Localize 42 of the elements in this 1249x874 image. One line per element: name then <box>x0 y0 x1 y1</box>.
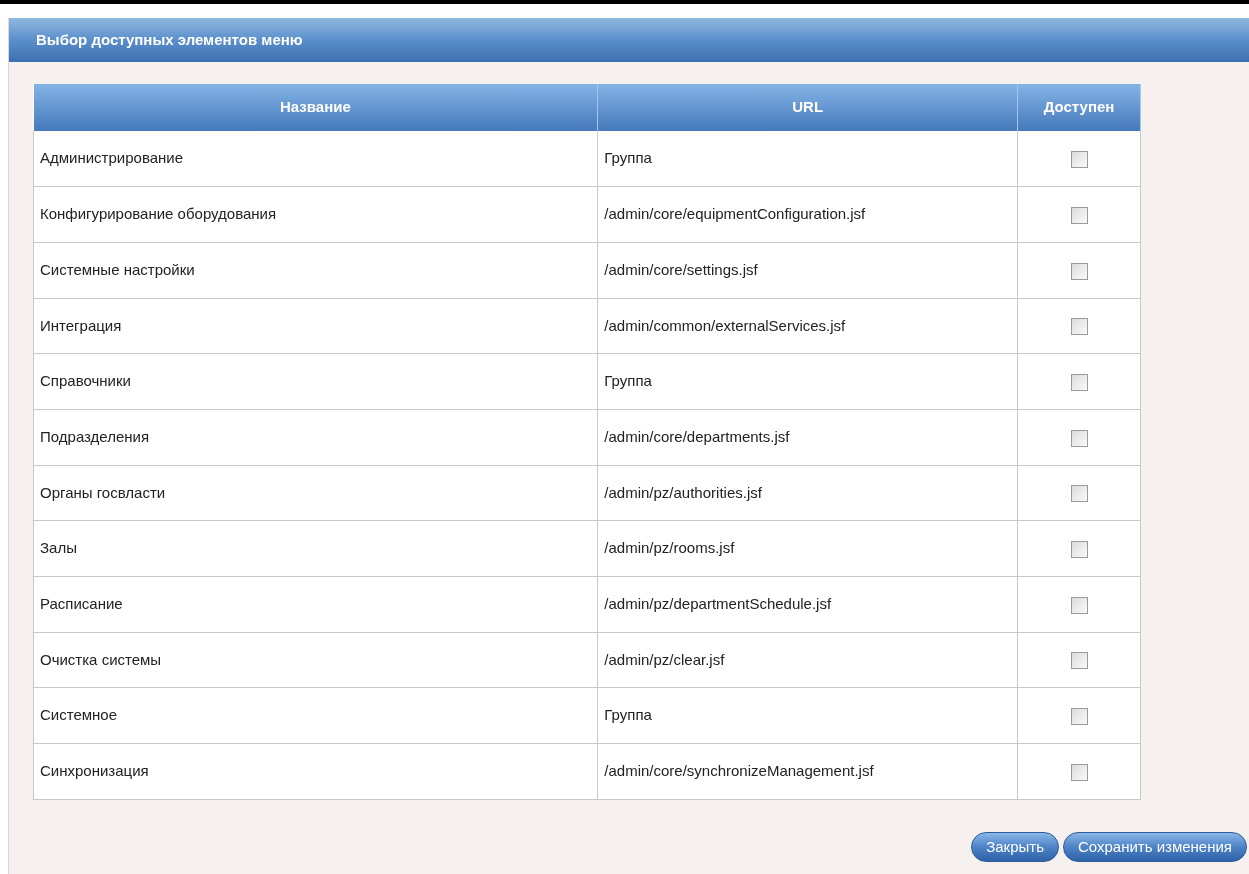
table-cell: Администрирование <box>33 131 598 187</box>
table-cell: Системное <box>33 687 598 744</box>
table-cell: Синхронизация <box>33 743 598 800</box>
column-header: Название <box>33 84 598 131</box>
table-cell: /admin/pz/authorities.jsf <box>597 465 1018 521</box>
column-header: Доступен <box>1017 84 1141 131</box>
table-cell: /admin/core/synchronizeManagement.jsf <box>597 743 1018 800</box>
checkbox[interactable] <box>1070 485 1088 503</box>
table-cell: Справочники <box>33 353 598 410</box>
table-cell: Интеграция <box>33 298 598 354</box>
table-cell: Залы <box>33 520 598 577</box>
panel-title: Выбор доступных элементов меню <box>36 29 303 50</box>
table-cell: Системные настройки <box>33 242 598 299</box>
checkbox[interactable] <box>1070 708 1088 725</box>
checkbox[interactable] <box>1070 763 1088 781</box>
table-cell: Расписание <box>33 576 598 633</box>
checkbox[interactable] <box>1070 262 1088 280</box>
table-cell: /admin/pz/clear.jsf <box>597 632 1018 688</box>
checkbox[interactable] <box>1070 540 1088 558</box>
checkbox[interactable] <box>1070 206 1088 224</box>
checkbox[interactable] <box>1070 429 1088 447</box>
checkbox[interactable] <box>1070 318 1088 336</box>
table-cell: /admin/pz/rooms.jsf <box>597 520 1018 577</box>
checkbox[interactable] <box>1070 596 1088 614</box>
table-cell: Группа <box>597 687 1018 744</box>
save-button[interactable]: Сохранить изменения <box>1062 831 1247 862</box>
table-cell: /admin/common/externalServices.jsf <box>597 298 1018 354</box>
close-button[interactable]: Закрыть <box>971 831 1059 862</box>
table-cell: Конфигурирование оборудования <box>33 186 598 243</box>
table-cell: /admin/core/settings.jsf <box>597 242 1018 299</box>
checkbox[interactable] <box>1070 652 1088 670</box>
table-cell: Группа <box>597 131 1018 187</box>
table-cell: Группа <box>597 353 1018 410</box>
table-cell: /admin/pz/departmentSchedule.jsf <box>597 576 1018 633</box>
table-cell: Подразделения <box>33 409 598 466</box>
table-cell: /admin/core/equipmentConfiguration.jsf <box>597 186 1018 243</box>
checkbox[interactable] <box>1070 373 1088 391</box>
table-cell: Очистка системы <box>33 632 598 688</box>
column-header: URL <box>597 84 1018 131</box>
table-cell: /admin/core/departments.jsf <box>597 409 1018 466</box>
checkbox[interactable] <box>1070 150 1088 168</box>
table-cell: Органы госвласти <box>33 465 598 521</box>
